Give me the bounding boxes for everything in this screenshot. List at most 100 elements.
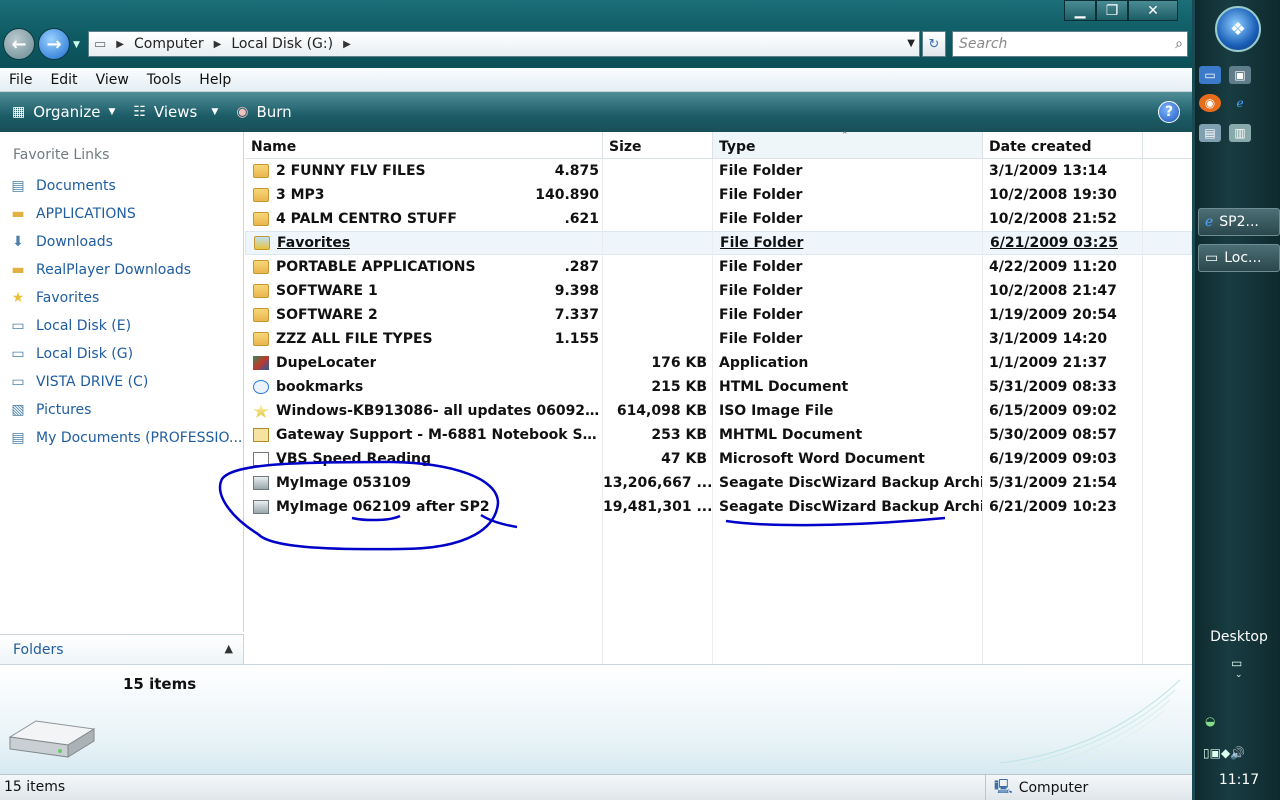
chevron-double-down-icon[interactable]: ⌄	[1235, 670, 1243, 680]
menu-edit[interactable]: Edit	[41, 72, 86, 88]
search-icon[interactable]: ⌕	[1175, 36, 1183, 52]
item-count: 15 items	[123, 675, 197, 693]
file-row[interactable]: 2 FUNNY FLV FILES 4.875 File Folder 3/1/200…	[245, 159, 1192, 183]
file-type: File Folder	[719, 283, 803, 299]
favorite-link[interactable]: ⬇ Downloads	[0, 228, 243, 256]
file-name-cell: ZZZ ALL FILE TYPES 1.155	[245, 331, 603, 347]
start-button[interactable]: ❖	[1215, 6, 1261, 52]
column-header-date-created[interactable]: Date created	[983, 132, 1143, 158]
file-row[interactable]: PORTABLE APPLICATIONS .287 File Folder 4/22…	[245, 255, 1192, 279]
file-row[interactable]: Favorites File Folder 6/21/2009 03:25	[245, 231, 1192, 255]
views-button[interactable]: ☷ Views ▼	[133, 103, 218, 121]
menu-tools[interactable]: Tools	[138, 72, 191, 88]
search-input[interactable]: Search ⌕	[952, 31, 1188, 57]
show-desktop-icon[interactable]: ▭	[1199, 66, 1221, 84]
forward-arrow-icon: →	[46, 33, 62, 55]
downloads-icon: ⬇	[12, 234, 24, 250]
tray-icons[interactable]: ▯▣◆🔊	[1203, 746, 1245, 760]
file-type: HTML Document	[719, 379, 849, 395]
ie-document-icon	[253, 380, 269, 394]
favorite-link[interactable]: ▬ RealPlayer Downloads	[0, 256, 243, 284]
file-name: PORTABLE APPLICATIONS	[276, 259, 476, 275]
breadcrumb-local-disk[interactable]: Local Disk (G:)	[231, 36, 333, 52]
file-row[interactable]: Gateway Support - M-6881 Notebook Specif…	[245, 423, 1192, 447]
command-bar: ▦ Organize ▼ ☷ Views ▼ ◉ Burn ?	[0, 92, 1192, 132]
quick-launch-icon[interactable]: ▤	[1199, 124, 1221, 142]
file-row[interactable]: ZZZ ALL FILE TYPES 1.155 File Folder 3/1/20…	[245, 327, 1192, 351]
drive-icon: ▭	[1205, 250, 1219, 266]
menu-help[interactable]: Help	[190, 72, 240, 88]
file-name: bookmarks	[276, 379, 364, 395]
network-status-icon[interactable]: ◒	[1205, 714, 1215, 728]
quick-launch-icon[interactable]: ▥	[1229, 124, 1251, 142]
maximize-button[interactable]: ❐	[1096, 0, 1128, 21]
folders-toggle[interactable]: Folders ▲	[0, 634, 244, 664]
file-row[interactable]: Windows-KB913086- all updates 06092009 61…	[245, 399, 1192, 423]
column-header-size[interactable]: Size	[603, 132, 713, 158]
column-divider	[712, 159, 713, 664]
file-row[interactable]: SOFTWARE 1 9.398 File Folder 10/2/2008 21:4…	[245, 279, 1192, 303]
organize-button[interactable]: ▦ Organize ▼	[12, 103, 115, 121]
menu-view[interactable]: View	[87, 72, 138, 88]
desktop-toolbar-icon[interactable]: ▭	[1231, 656, 1242, 670]
file-size: 176 KB	[651, 355, 707, 371]
close-button[interactable]: ✕	[1128, 0, 1178, 21]
breadcrumb-computer[interactable]: Computer	[134, 36, 204, 52]
column-header-type[interactable]: ⌃ Type	[713, 131, 983, 158]
organize-icon: ▦	[12, 104, 26, 120]
file-row[interactable]: SOFTWARE 2 7.337 File Folder 1/19/2009 20:5…	[245, 303, 1192, 327]
menu-file[interactable]: File	[0, 72, 41, 88]
application-icon	[253, 356, 269, 370]
file-name-cell: 2 FUNNY FLV FILES 4.875	[245, 163, 603, 179]
file-row[interactable]: 4 PALM CENTRO STUFF .621 File Folder 10/2/2…	[245, 207, 1192, 231]
favorite-link[interactable]: ▭ Local Disk (G)	[0, 340, 243, 368]
hard-drive-icon	[8, 720, 96, 758]
recent-pages-dropdown[interactable]: ▼	[73, 40, 80, 50]
task-button-sp2[interactable]: ℯ SP2...	[1198, 208, 1280, 236]
favorite-links-header: Favorite Links	[13, 147, 110, 163]
firefox-icon[interactable]: ◉	[1199, 94, 1221, 112]
favorite-link[interactable]: ▧ Pictures	[0, 396, 243, 424]
drive-icon: ▭	[11, 318, 25, 334]
file-row[interactable]: 3 MP3 140.890 File Folder 10/2/2008 19:30	[245, 183, 1192, 207]
back-button[interactable]: ←	[3, 28, 35, 60]
file-row[interactable]: MyImage 062109 after SP2 19,481,301 ... Se…	[245, 495, 1192, 519]
help-button[interactable]: ?	[1158, 101, 1180, 123]
views-label: Views	[153, 103, 198, 121]
task-button-local-disk[interactable]: ▭ Loc...	[1198, 244, 1280, 272]
file-date-created: 1/19/2009 20:54	[989, 307, 1117, 323]
address-dropdown-icon[interactable]: ▼	[907, 38, 915, 49]
computer-icon: 🖳	[994, 779, 1013, 795]
clock[interactable]: 11:17	[1195, 772, 1280, 788]
favorite-link[interactable]: ▬ APPLICATIONS	[0, 200, 243, 228]
column-header-name[interactable]: Name	[245, 132, 603, 158]
file-row[interactable]: MyImage 053109 13,206,667 ... Seagate Disc…	[245, 471, 1192, 495]
switch-windows-icon[interactable]: ▣	[1229, 66, 1251, 84]
file-type: Application	[719, 355, 809, 371]
favorite-link-label: Downloads	[36, 234, 113, 250]
breadcrumb-separator-icon[interactable]: ▶	[343, 39, 351, 50]
favorite-link[interactable]: ▤ My Documents (PROFESSIO...	[0, 424, 243, 452]
forward-button[interactable]: →	[38, 28, 70, 60]
pictures-icon: ▧	[11, 402, 25, 418]
favorite-link[interactable]: ▭ Local Disk (E)	[0, 312, 243, 340]
favorite-link[interactable]: ★ Favorites	[0, 284, 243, 312]
file-name: 2 FUNNY FLV FILES	[276, 163, 426, 179]
file-name-cell: SOFTWARE 1 9.398	[245, 283, 603, 299]
file-row[interactable]: bookmarks 215 KB HTML Document 5/31/2009 08…	[245, 375, 1192, 399]
file-name-cell: DupeLocater	[245, 355, 603, 371]
desktop-label[interactable]: Desktop	[1195, 629, 1280, 645]
file-name: SOFTWARE 2	[276, 307, 378, 323]
search-placeholder: Search	[959, 36, 1008, 52]
file-name-cell: 3 MP3 140.890	[245, 187, 603, 203]
menu-bar: File Edit View Tools Help	[0, 68, 1192, 92]
favorite-link[interactable]: ▤ Documents	[0, 172, 243, 200]
favorite-link[interactable]: ▭ VISTA DRIVE (C)	[0, 368, 243, 396]
burn-button[interactable]: ◉ Burn	[236, 103, 291, 121]
internet-explorer-icon[interactable]: ℯ	[1229, 94, 1251, 112]
file-row[interactable]: DupeLocater 176 KB Application 1/1/2009 21:…	[245, 351, 1192, 375]
minimize-button[interactable]: ▁	[1064, 0, 1096, 21]
address-bar[interactable]: ▭ ▶ Computer ▶ Local Disk (G:) ▶ ▼	[88, 31, 920, 57]
file-row[interactable]: VBS Speed Reading 47 KB Microsoft Word Doc…	[245, 447, 1192, 471]
refresh-button[interactable]: ↻	[922, 31, 946, 57]
